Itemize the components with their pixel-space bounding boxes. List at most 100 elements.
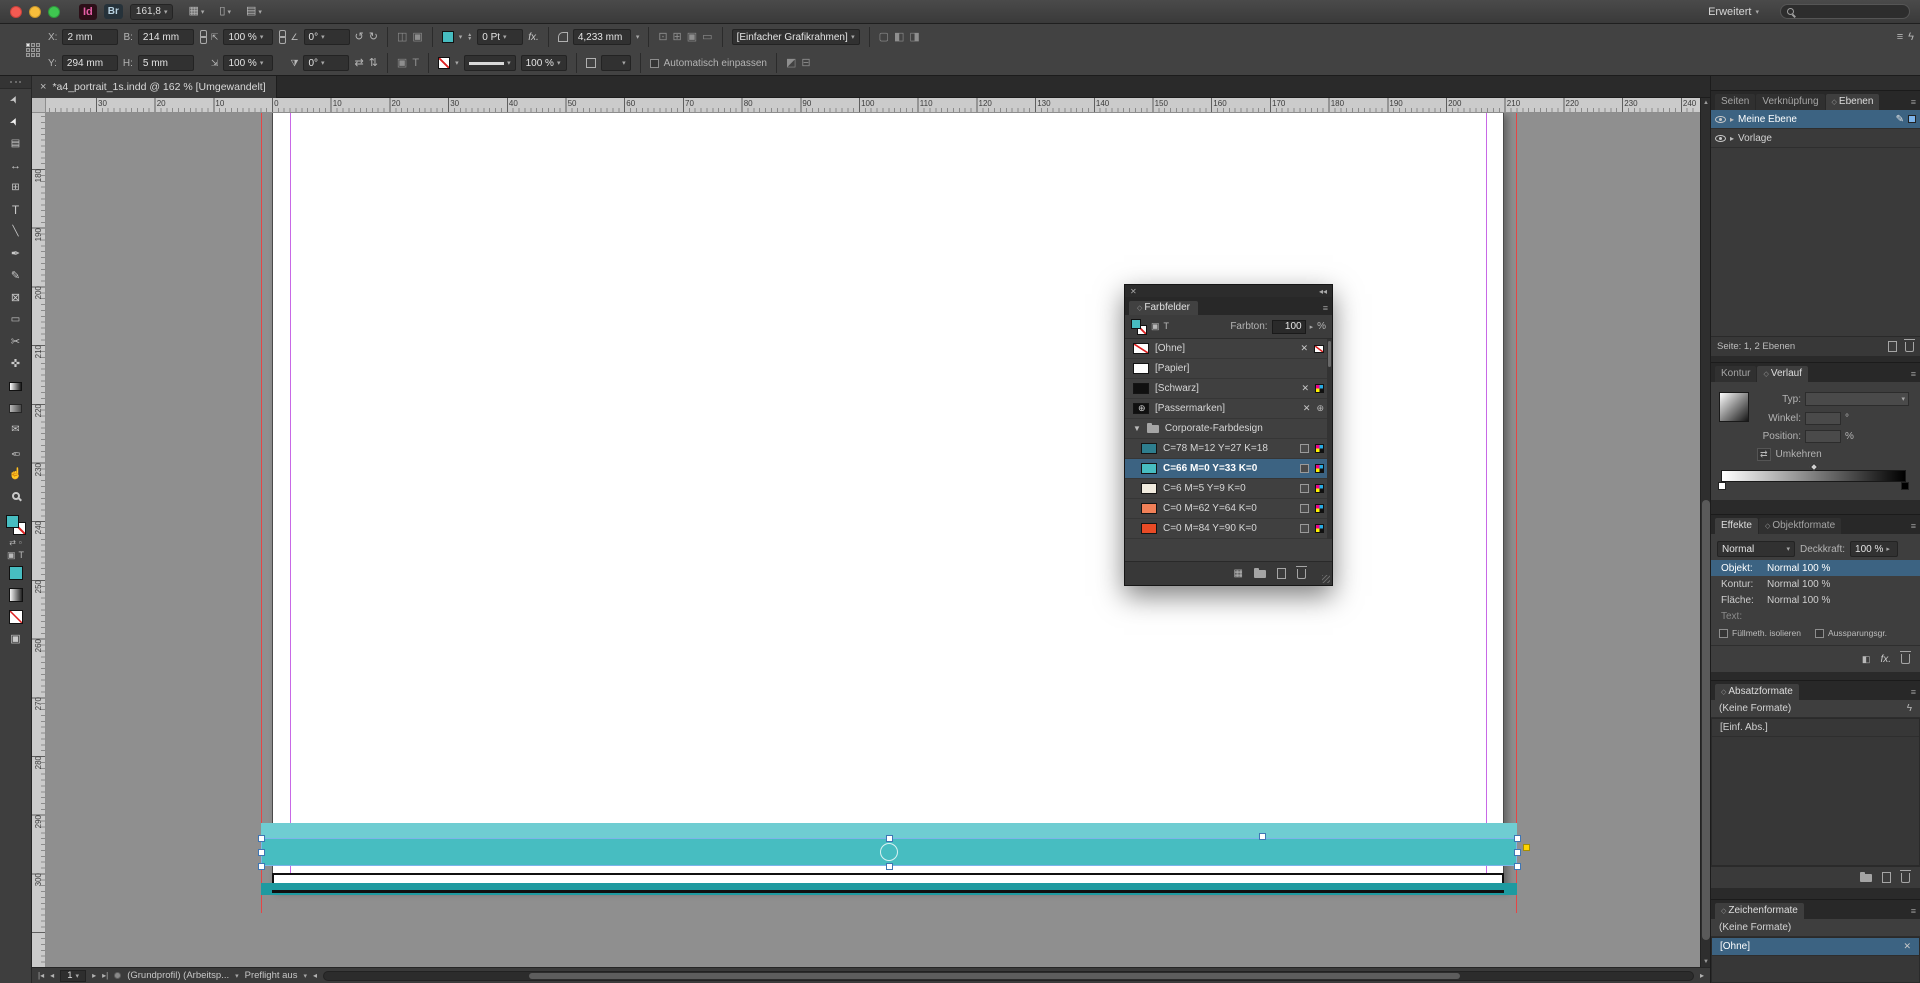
selection-handle[interactable] [258, 835, 265, 842]
gradient-stop-start[interactable] [1718, 482, 1726, 490]
panel-menu-icon[interactable]: ≡ [1911, 521, 1916, 534]
window-close-button[interactable] [10, 6, 22, 18]
shear-field[interactable]: 0°▾ [303, 55, 349, 71]
panel-menu-icon[interactable]: ≡ [1323, 303, 1328, 315]
page-number-field[interactable]: 1▾ [60, 970, 86, 982]
layer-expand-icon[interactable]: ▸ [1730, 115, 1734, 124]
x-field[interactable]: 2 mm [62, 29, 118, 45]
hand-tool[interactable]: ☝ [0, 463, 32, 485]
margin-guide-left[interactable] [290, 113, 291, 884]
swatch-row[interactable]: C=78 M=12 Y=27 K=18 [1125, 439, 1332, 459]
group-expand-icon[interactable]: ▼ [1133, 424, 1141, 433]
control-panel-menu-icon[interactable]: ≡ [1897, 32, 1903, 43]
panel-menu-icon[interactable]: ≡ [1911, 906, 1916, 919]
close-panel-icon[interactable]: ✕ [1130, 287, 1137, 296]
selection-handle[interactable] [1514, 863, 1521, 870]
window-minimize-button[interactable] [29, 6, 41, 18]
opacity-field[interactable]: 100 %▾ [521, 55, 567, 71]
eyedropper-tool[interactable]: ✑ [0, 441, 32, 463]
autofit-checkbox[interactable] [650, 59, 659, 68]
quick-apply-icon[interactable]: ϟ [1907, 703, 1912, 714]
free-transform-tool[interactable]: ✜ [0, 353, 32, 375]
selection-handle[interactable] [258, 863, 265, 870]
corner-shape-select[interactable]: ▾ [601, 55, 631, 71]
window-zoom-button[interactable] [48, 6, 60, 18]
knockout-group-checkbox[interactable] [1815, 629, 1824, 638]
content-collector-tool[interactable]: ⊞ [0, 177, 32, 199]
type-tool[interactable]: T [0, 199, 32, 221]
screen-mode-tool[interactable]: ▣ [0, 628, 32, 650]
tab-objektformate[interactable]: Objektformate [1759, 518, 1841, 534]
screen-mode-button[interactable]: ▯▾ [219, 6, 231, 17]
flip-horizontal-icon[interactable]: ⇄ [354, 58, 363, 69]
new-layer-icon[interactable] [1888, 341, 1897, 352]
constrain-dimensions-icon[interactable] [199, 30, 206, 44]
select-container-icon[interactable]: ◫ [397, 32, 407, 43]
zoom-level-select[interactable]: 161,8▾ [130, 4, 174, 20]
tab-seiten[interactable]: Seiten [1715, 94, 1755, 110]
tab-verlauf[interactable]: Verlauf [1757, 366, 1808, 382]
line-tool[interactable]: ╲ [0, 221, 32, 243]
preflight-status-select[interactable]: Preflight aus [245, 970, 298, 981]
formatting-container-icon[interactable]: ▣ [397, 58, 407, 69]
next-page-button[interactable]: ▸ [92, 971, 96, 980]
stroke-type-select[interactable]: ▾ [464, 55, 516, 71]
effects-target-row[interactable]: Kontur: Normal 100 % [1711, 576, 1920, 592]
tab-effekte[interactable]: Effekte [1715, 518, 1758, 534]
ruler-origin-box[interactable] [32, 98, 46, 113]
blend-mode-select[interactable]: Normal▾ [1717, 541, 1795, 557]
page-tool[interactable]: ▤ [0, 133, 32, 155]
gradient-midpoint-icon[interactable] [1809, 463, 1817, 471]
stroke-weight-stepper[interactable]: ▲▼ [467, 33, 472, 41]
wrap-shape-icon[interactable]: ◨ [909, 32, 919, 43]
apply-to-text-icon[interactable]: T [19, 551, 25, 560]
character-style-row[interactable]: [Ohne] ✕ [1712, 938, 1919, 956]
scale-y-field[interactable]: 100 %▾ [223, 55, 273, 71]
swatch-views-icon[interactable]: ▦ [1234, 569, 1243, 579]
scroll-right-icon[interactable]: ▸ [1700, 971, 1704, 980]
isolate-blending-checkbox[interactable] [1719, 629, 1728, 638]
clear-effects-icon[interactable]: ◧ [1862, 655, 1871, 664]
vertical-ruler[interactable]: 180190200210220230240250260270280290300 [32, 113, 46, 967]
wrap-bounding-icon[interactable]: ◧ [894, 32, 904, 43]
swatch-list-scrollbar[interactable] [1327, 339, 1332, 539]
swatch-row-black[interactable]: [Schwarz] ✕ [1125, 379, 1332, 399]
tab-kontur[interactable]: Kontur [1715, 366, 1756, 382]
effects-menu-button[interactable]: fx. [528, 32, 539, 43]
formatting-container-icon[interactable]: ▣ [1151, 322, 1160, 331]
paragraph-style-row[interactable]: [Einf. Abs.] [1712, 719, 1919, 737]
tab-ebenen[interactable]: Ebenen [1826, 94, 1880, 110]
apply-none-button[interactable] [9, 610, 23, 624]
rectangle-tool[interactable]: ▭ [0, 309, 32, 331]
content-grabber-icon[interactable] [880, 843, 898, 861]
new-style-group-icon[interactable] [1860, 874, 1872, 882]
fit-content-icon[interactable]: ⊡ [658, 32, 667, 43]
default-fill-stroke-icon[interactable]: ▫ [19, 539, 22, 547]
reverse-gradient-button[interactable]: ⇄ Umkehren [1757, 448, 1822, 461]
select-content-icon[interactable]: ▣ [412, 32, 422, 43]
swatch-row[interactable]: C=0 M=62 Y=64 K=0 [1125, 499, 1332, 519]
panel-menu-icon[interactable]: ≡ [1911, 687, 1916, 700]
apply-color-button[interactable] [9, 566, 23, 580]
close-tab-icon[interactable]: × [40, 81, 46, 93]
tab-absatzformate[interactable]: Absatzformate [1715, 684, 1799, 700]
swap-fill-stroke-icon[interactable]: ⇄ [9, 539, 16, 547]
tab-zeichenformate[interactable]: Zeichenformate [1715, 903, 1804, 919]
new-swatch-group-icon[interactable] [1254, 570, 1266, 578]
swatch-group-row[interactable]: ▼ Corporate-Farbdesign [1125, 419, 1332, 439]
note-tool[interactable]: ✉ [0, 419, 32, 441]
quick-apply-icon[interactable]: ϟ [1908, 32, 1914, 43]
direct-selection-tool[interactable]: ➤ [0, 111, 32, 133]
horizontal-ruler[interactable]: 3020100102030405060708090100110120130140… [46, 98, 1700, 113]
layer-row[interactable]: ▸ Vorlage [1711, 129, 1920, 148]
fit-proportional-icon[interactable]: ▭ [702, 32, 712, 43]
tab-verknuepfungen[interactable]: Verknüpfung [1756, 94, 1824, 110]
rectangle-frame-tool[interactable]: ⊠ [0, 287, 32, 309]
reference-point-proxy[interactable] [26, 43, 40, 57]
width-field[interactable]: 214 mm [138, 29, 194, 45]
gap-tool[interactable]: ↔ [0, 155, 32, 177]
layer-visibility-icon[interactable] [1715, 135, 1726, 142]
rotate-cw-icon[interactable]: ↻ [369, 32, 378, 43]
document-tab[interactable]: × *a4_portrait_1s.indd @ 162 % [Umgewand… [32, 76, 277, 98]
fill-stroke-proxy[interactable] [6, 515, 26, 535]
